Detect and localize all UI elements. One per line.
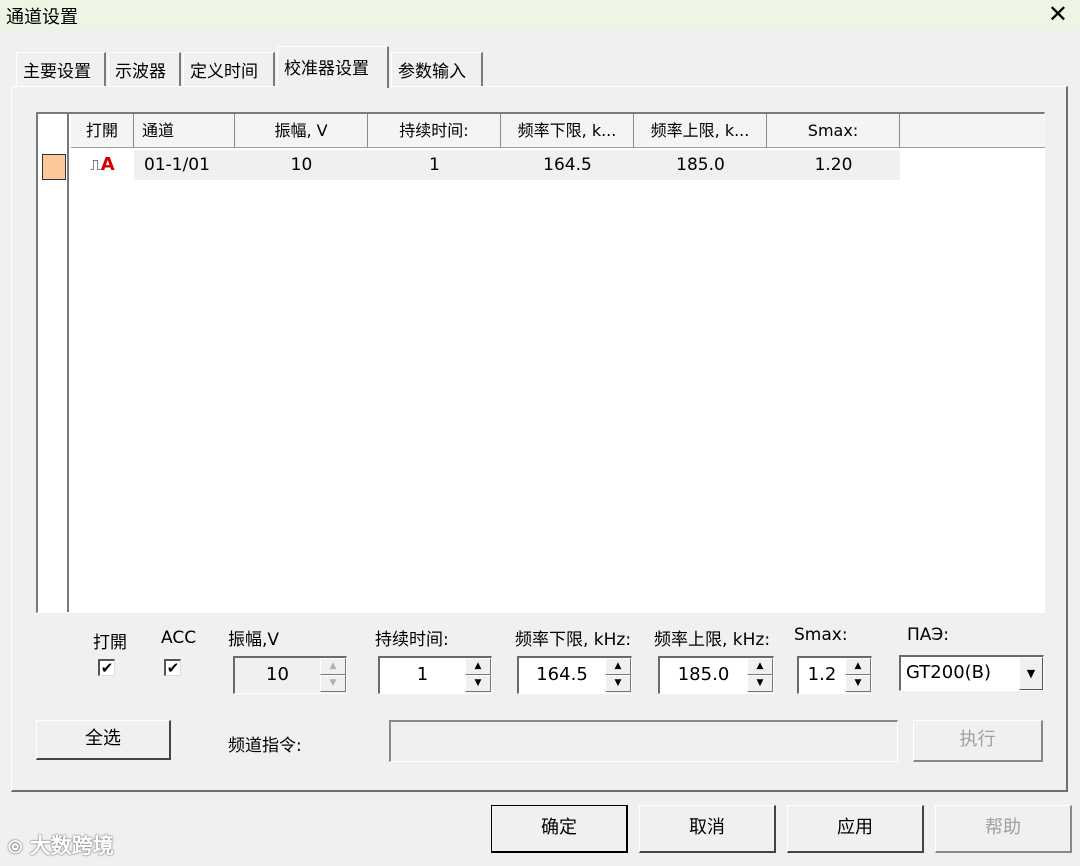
channel-command-label: 频道指令: [228,736,302,756]
table-cell-smax[interactable]: 1.20 [767,150,900,180]
column-header-channel[interactable]: 通道 [134,114,235,148]
duration-field[interactable]: 1 [380,658,465,693]
acc-checkbox[interactable]: ✔ [164,659,181,676]
watermark-logo: ⦾ 大数跨境 [8,830,114,860]
freq-low-down-icon[interactable]: ▼ [605,675,631,692]
tab-parameter-input[interactable]: 参数输入 [391,52,483,86]
acc-label: ACC [161,628,197,648]
channel-command-input[interactable] [389,720,898,762]
freq-low-up-icon[interactable]: ▲ [605,658,631,675]
select-all-button[interactable]: 全选 [36,720,171,760]
column-header-smax[interactable]: Smax: [767,114,900,148]
column-header-freq-high[interactable]: 频率上限, k... [634,114,767,148]
column-header-duration[interactable]: 持续时间: [368,114,501,148]
amplitude-up-icon: ▲ [320,658,346,675]
duration-up-icon[interactable]: ▲ [465,658,491,675]
column-header-amplitude[interactable]: 振幅, V [235,114,368,148]
freq-low-label: 频率下限, kHz: [515,630,632,650]
ok-button[interactable]: 确定 [491,805,628,853]
freq-high-field[interactable]: 185.0 [660,658,747,693]
freq-high-up-icon[interactable]: ▲ [747,658,773,675]
pae-select[interactable]: GT200(B) ▼ [899,655,1044,691]
table-cell-amplitude[interactable]: 10 [235,150,368,180]
smax-field[interactable]: 1.2 [799,658,845,693]
freq-high-label: 频率上限, kHz: [654,630,771,650]
pae-label: ПАЭ: [907,625,950,645]
amplitude-label: 振幅,V [228,630,280,650]
pae-selected-value: GT200(B) [906,662,992,683]
execute-button[interactable]: 执行 [913,720,1043,762]
tab-define-time[interactable]: 定义时间 [183,52,275,86]
freq-high-spinner[interactable]: 185.0 ▲ ▼ [658,656,774,694]
pulse-mark-icon: A [100,154,115,175]
channel-table: 打開 通道 振幅, V 持续时间: 频率下限, k... 频率上限, k... … [36,112,1045,613]
tab-main-settings[interactable]: 主要设置 [16,52,106,86]
close-icon[interactable]: ✕ [1048,0,1068,28]
pulse-icon: ⎍ [90,156,101,174]
freq-low-field[interactable]: 164.5 [519,658,605,693]
cancel-button[interactable]: 取消 [639,805,776,853]
tab-oscilloscope[interactable]: 示波器 [108,52,181,86]
open-label: 打開 [93,633,127,653]
smax-spinner[interactable]: 1.2 ▲ ▼ [797,656,872,694]
row-marker[interactable] [42,154,66,180]
column-header-freq-low[interactable]: 频率下限, k... [501,114,634,148]
apply-button[interactable]: 应用 [787,805,924,853]
duration-label: 持续时间: [375,630,449,650]
duration-down-icon[interactable]: ▼ [465,675,491,692]
amplitude-field: 10 [235,658,320,693]
table-row-signal-icon: ⎍A [71,150,134,180]
freq-low-spinner[interactable]: 164.5 ▲ ▼ [517,656,632,694]
tab-calibrator-settings[interactable]: 校准器设置 [277,46,389,88]
amplitude-down-icon: ▼ [320,675,346,692]
row-header-column [38,114,69,612]
column-header-open[interactable]: 打開 [71,114,134,148]
table-cell-freq-high[interactable]: 185.0 [634,150,767,180]
freq-high-down-icon[interactable]: ▼ [747,675,773,692]
window-title: 通道设置 [6,7,78,28]
table-cell-freq-low[interactable]: 164.5 [501,150,634,180]
title-bar: 通道设置 ✕ [0,0,1080,30]
smax-down-icon[interactable]: ▼ [845,675,871,692]
column-header-empty [900,114,1045,148]
help-button[interactable]: 帮助 [935,805,1072,853]
table-cell-duration[interactable]: 1 [368,150,501,180]
smax-label: Smax: [794,625,848,645]
chevron-down-icon[interactable]: ▼ [1019,657,1043,690]
amplitude-spinner: 10 ▲ ▼ [233,656,347,694]
watermark-icon: ⦾ [8,837,23,858]
duration-spinner[interactable]: 1 ▲ ▼ [378,656,492,694]
watermark-text: 大数跨境 [29,834,114,858]
table-cell-channel[interactable]: 01-1/01 [134,150,235,180]
smax-up-icon[interactable]: ▲ [845,658,871,675]
open-checkbox[interactable]: ✔ [98,659,115,676]
